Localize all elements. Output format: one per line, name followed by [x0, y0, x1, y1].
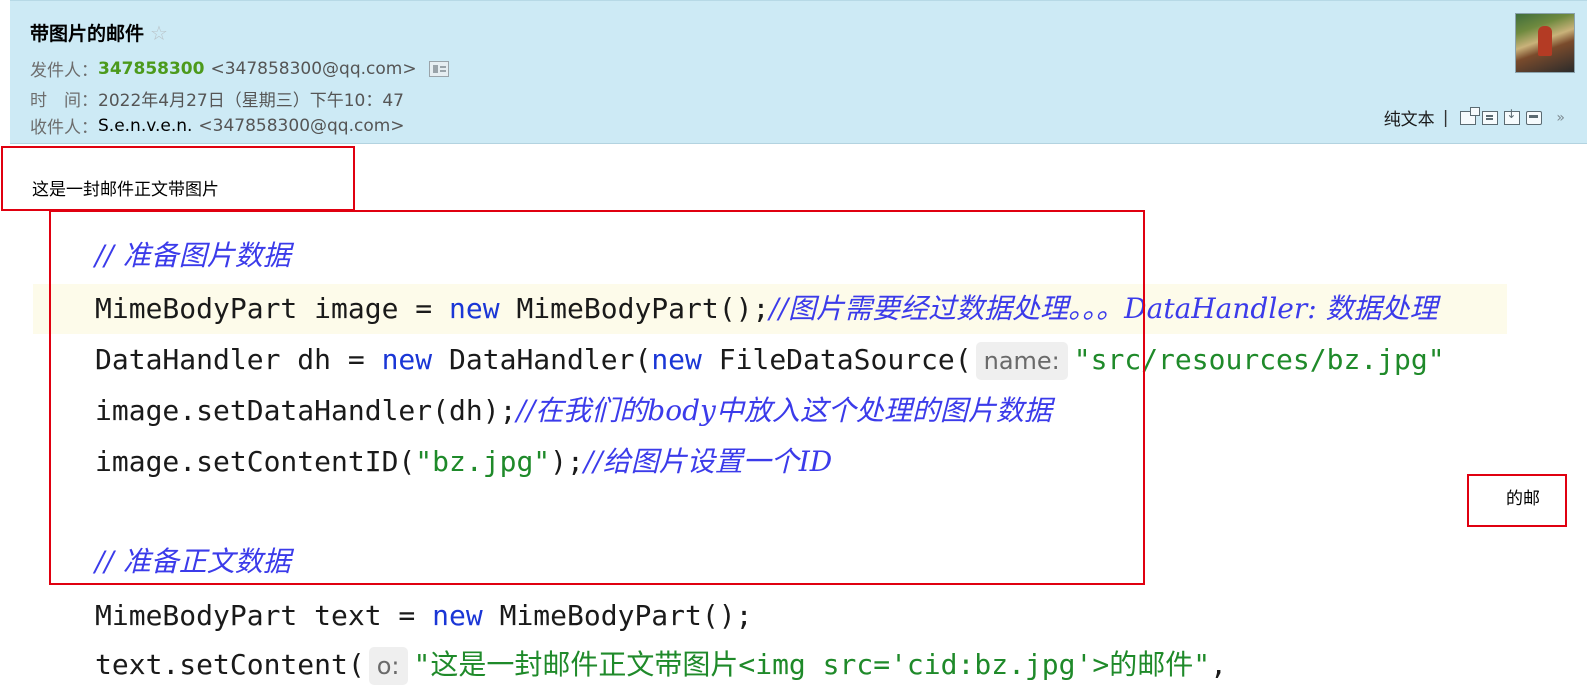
avatar[interactable]	[1515, 13, 1575, 73]
code-text: MimeBodyPart text =	[95, 599, 433, 632]
annotation-box-tail	[1467, 474, 1567, 527]
code-text: MimeBodyPart();	[482, 599, 753, 632]
time-value: 2022年4月27日（星期三）下午10：47	[98, 91, 404, 111]
parameter-hint: o:	[368, 647, 408, 685]
annotation-box-code	[49, 210, 1145, 585]
subject-row: 带图片的邮件 ☆	[30, 19, 168, 46]
chevron-down-icon[interactable]: »	[1556, 110, 1565, 126]
recipient-row: 收件人： S.e.n.v.e.n. <347858300@qq.com>	[30, 113, 405, 139]
star-icon[interactable]: ☆	[150, 23, 168, 43]
mail-subject: 带图片的邮件	[30, 23, 145, 45]
recipient-name[interactable]: S.e.n.v.e.n.	[98, 116, 192, 136]
download-icon[interactable]	[1504, 107, 1521, 125]
code-text: ,	[1210, 648, 1227, 681]
mail-header: 带图片的邮件 ☆ 发件人： 347858300 <347858300@qq.co…	[10, 0, 1587, 144]
code-keyword: new	[432, 599, 483, 632]
plain-text-button[interactable]: 纯文本	[1384, 105, 1435, 130]
time-label: 时 间：	[30, 91, 98, 111]
code-string: "这是一封邮件正文带图片<img src='cid:bz.jpg'>的邮件"	[413, 648, 1211, 681]
recipient-label: 收件人：	[30, 118, 98, 138]
time-row: 时 间： 2022年4月27日（星期三）下午10：47	[30, 86, 404, 111]
code-line-8: MimeBodyPart text = new MimeBodyPart();	[95, 594, 752, 638]
annotation-box-body-text	[1, 146, 355, 211]
toolbar-separator: |	[1442, 107, 1449, 128]
code-line-9: text.setContent(o: "这是一封邮件正文带图片<img src='…	[95, 643, 1227, 687]
source-view-icon[interactable]	[1482, 110, 1499, 125]
sender-name[interactable]: 347858300	[98, 59, 204, 79]
sender-label: 发件人：	[30, 61, 98, 81]
sender-row: 发件人： 347858300 <347858300@qq.com>	[30, 56, 449, 81]
sender-address: <347858300@qq.com>	[210, 58, 417, 79]
mail-toolbar: 纯文本 | »	[1384, 105, 1565, 130]
print-icon[interactable]	[1526, 110, 1543, 125]
code-text: text.setContent(	[95, 648, 365, 681]
contact-card-icon[interactable]	[428, 60, 449, 77]
recipient-address: <347858300@qq.com>	[198, 115, 405, 136]
new-window-icon[interactable]	[1460, 106, 1481, 125]
